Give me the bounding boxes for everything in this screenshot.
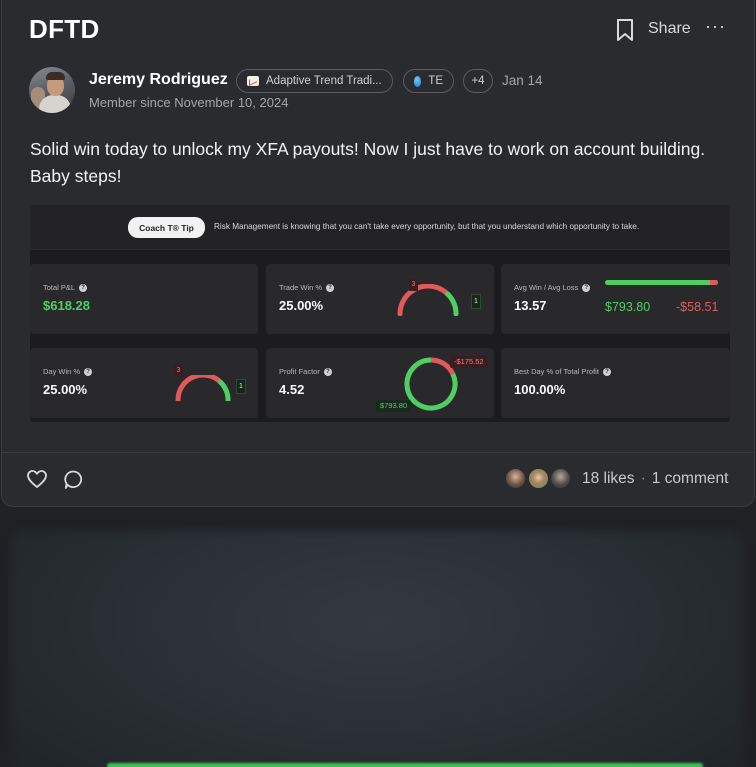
globe-icon: [414, 75, 422, 87]
tile-trade-win: Trade Win %? 25.00% 3 1: [266, 264, 494, 334]
post-title: DFTD: [29, 14, 100, 44]
avatar: [527, 467, 550, 490]
tile-label: Best Day % of Total Profit: [514, 367, 599, 376]
tile-value: 13.57: [514, 298, 547, 313]
avatar[interactable]: [29, 67, 75, 113]
gauge-win-arc: [218, 379, 231, 401]
loss-count-badge: 3: [409, 279, 418, 291]
tile-label: Total P&L: [43, 283, 76, 292]
tag-label: +4: [471, 75, 485, 87]
loss-segment: [710, 280, 718, 285]
tag-label: Adaptive Trend Tradi...: [266, 75, 382, 87]
author-name[interactable]: Jeremy Rodriguez: [89, 71, 228, 89]
tile-label: Trade Win %: [279, 283, 323, 292]
bookmark-icon[interactable]: [614, 18, 636, 42]
tile-avg-win-loss: Avg Win / Avg Loss? 13.57 $793.80 -$58.5…: [501, 264, 730, 334]
avatar: [504, 467, 527, 490]
help-icon: ?: [326, 283, 335, 292]
tile-value: 25.00%: [279, 298, 324, 313]
help-icon: ?: [79, 283, 88, 292]
gross-profit-label: $793.80: [376, 400, 412, 412]
tag-adaptive-trend[interactable]: Adaptive Trend Tradi...: [236, 69, 393, 93]
day-win-gauge: [175, 375, 231, 401]
coach-tip-badge: Coach T® Tip: [128, 217, 205, 238]
like-count[interactable]: 18 likes: [582, 470, 635, 487]
help-icon: ?: [323, 367, 332, 376]
win-count-badge: 1: [471, 294, 481, 309]
avatar: [549, 467, 572, 490]
help-icon: ?: [582, 283, 591, 292]
tile-value: 100.00%: [514, 382, 566, 397]
post-body: Solid win today to unlock my XFA payouts…: [30, 139, 706, 186]
engagement-summary[interactable]: 18 likes · 1 comment: [582, 470, 728, 488]
tip-bar: Coach T® Tip Risk Management is knowing …: [30, 205, 730, 250]
tag-label: TE: [428, 75, 443, 87]
loss-count-badge: 3: [174, 365, 183, 377]
gauge-win-arc: [445, 291, 459, 316]
tag-te[interactable]: TE: [403, 69, 454, 93]
tile-value: 25.00%: [43, 382, 88, 397]
tile-label: Avg Win / Avg Loss: [514, 283, 579, 292]
tile-value: 4.52: [279, 382, 305, 397]
green-bar: [107, 763, 703, 767]
liker-avatars[interactable]: [504, 467, 574, 491]
tile-best-day: Best Day % of Total Profit? 100.00%: [501, 348, 730, 418]
win-count-badge: 1: [236, 379, 246, 394]
gauge-loss-arc: [397, 284, 451, 316]
chart-icon: [247, 76, 259, 86]
tile-total-pnl: Total P&L? $618.28: [30, 264, 258, 334]
tile-profit-factor: Profit Factor? 4.52 -$175.52 $793.80: [266, 348, 494, 418]
footer-divider: [2, 452, 754, 453]
post-card: DFTD Share ··· Jeremy Rodriguez Member s…: [1, 0, 755, 507]
tag-more[interactable]: +4: [463, 69, 493, 93]
avg-loss-value: -$58.51: [676, 300, 719, 314]
help-icon: ?: [84, 367, 93, 376]
comment-count[interactable]: 1 comment: [652, 470, 729, 487]
blurred-image: [10, 530, 744, 767]
tip-text: Risk Management is knowing that you can'…: [214, 222, 640, 231]
tile-value: $618.28: [43, 298, 90, 313]
like-heart-icon[interactable]: [26, 468, 48, 490]
help-icon: ?: [602, 367, 611, 376]
next-post-preview[interactable]: [0, 520, 756, 767]
win-rate-gauge: [397, 284, 459, 316]
member-since: Member since November 10, 2024: [89, 95, 289, 110]
avg-win-value: $793.80: [605, 300, 651, 314]
comment-icon[interactable]: [63, 469, 84, 490]
more-options-icon[interactable]: ···: [705, 16, 726, 37]
tile-day-win: Day Win %? 25.00% 3 1: [30, 348, 258, 418]
gross-loss-label: -$175.52: [450, 356, 488, 368]
post-date: Jan 14: [502, 73, 543, 88]
separator: ·: [640, 470, 646, 487]
share-button[interactable]: Share: [648, 20, 691, 38]
dashboard-image[interactable]: Coach T® Tip Risk Management is knowing …: [30, 205, 730, 422]
gauge-loss-arc: [175, 375, 224, 401]
tile-label: Profit Factor: [279, 367, 320, 376]
tile-label: Day Win %: [43, 367, 81, 376]
win-loss-ratio-bar: [605, 280, 718, 285]
